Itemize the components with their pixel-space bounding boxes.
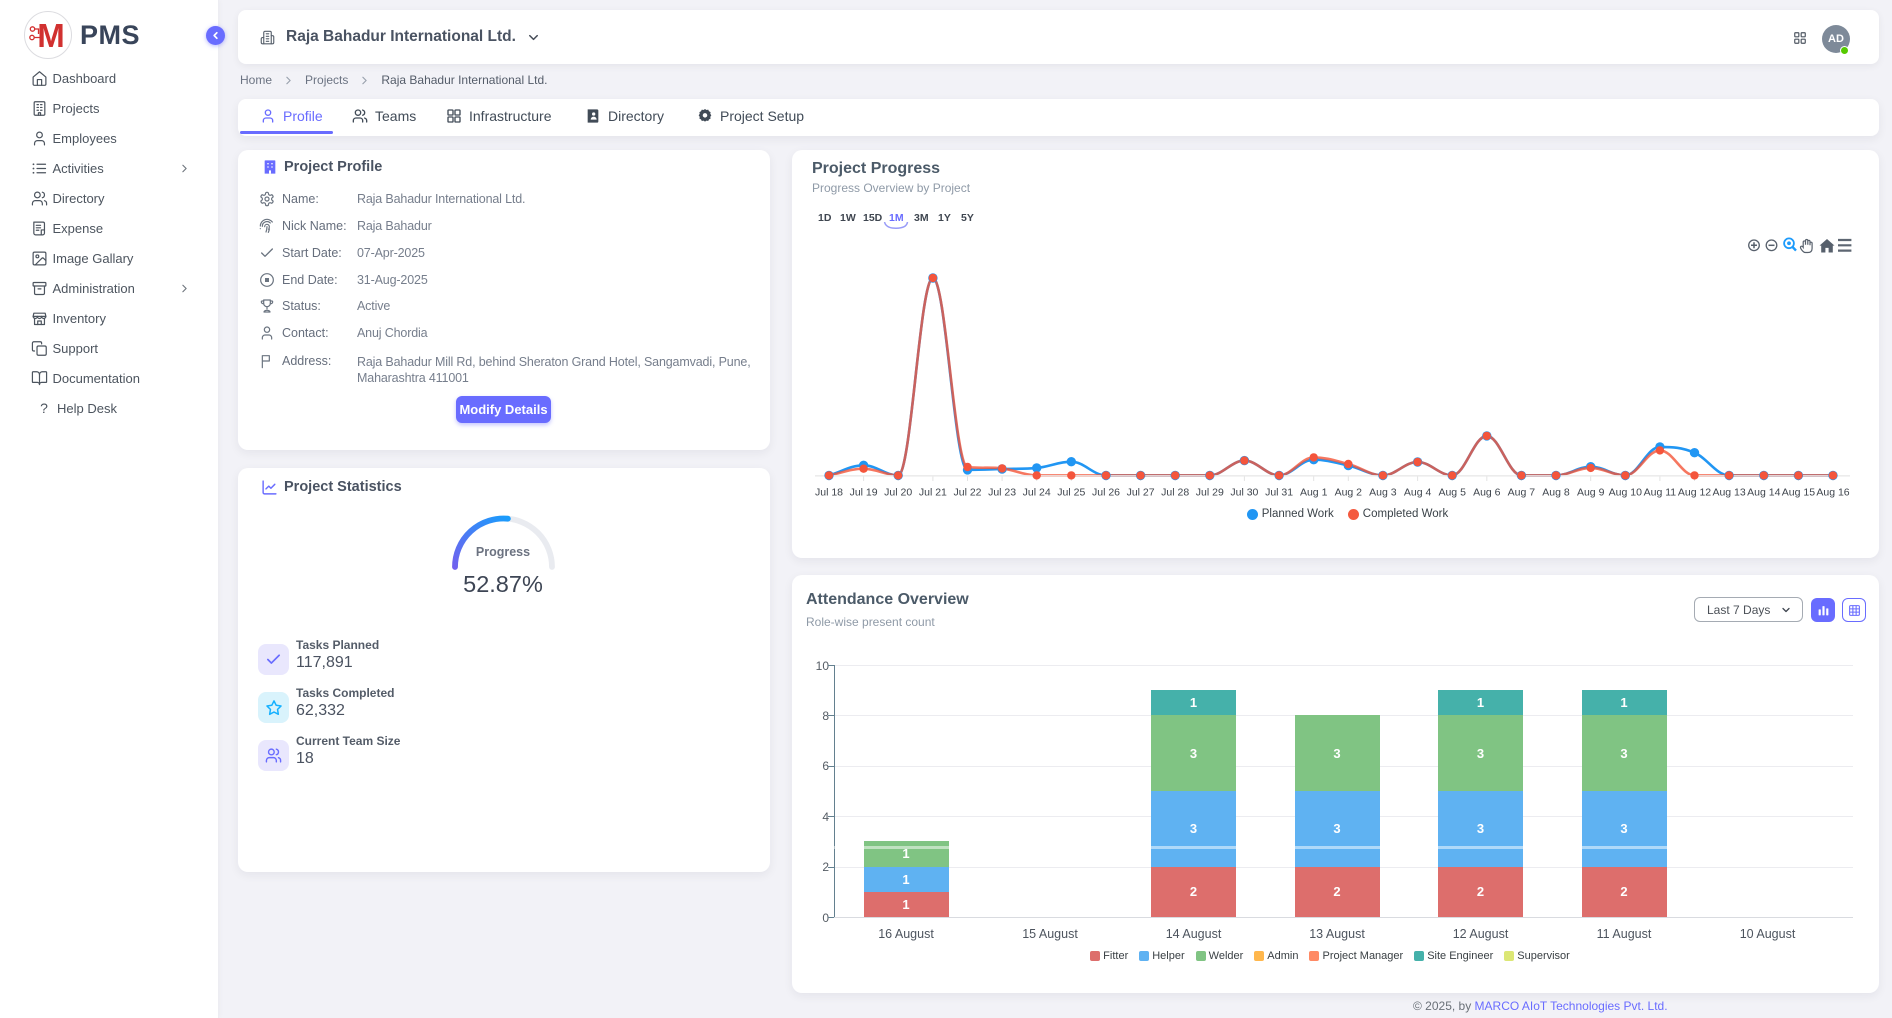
svg-text:Aug 10: Aug 10 <box>1609 487 1642 499</box>
svg-text:Jul 21: Jul 21 <box>919 487 947 499</box>
svg-text:Aug 13: Aug 13 <box>1712 487 1745 499</box>
svg-text:Aug 16: Aug 16 <box>1816 487 1849 499</box>
svg-text:Aug 11: Aug 11 <box>1644 487 1677 499</box>
svg-text:Jul 26: Jul 26 <box>1092 487 1120 499</box>
svg-text:Jul 25: Jul 25 <box>1057 487 1085 499</box>
svg-text:Aug 9: Aug 9 <box>1577 487 1605 499</box>
svg-text:Jul 31: Jul 31 <box>1265 487 1293 499</box>
svg-text:Aug 2: Aug 2 <box>1335 487 1363 499</box>
svg-text:Aug 1: Aug 1 <box>1300 487 1328 499</box>
svg-text:Jul 30: Jul 30 <box>1230 487 1258 499</box>
svg-text:Aug 5: Aug 5 <box>1438 487 1466 499</box>
svg-text:Aug 7: Aug 7 <box>1508 487 1536 499</box>
svg-text:Jul 24: Jul 24 <box>1023 487 1051 499</box>
svg-text:Aug 12: Aug 12 <box>1678 487 1711 499</box>
svg-text:M: M <box>37 17 65 54</box>
svg-text:Jul 29: Jul 29 <box>1196 487 1224 499</box>
svg-text:Jul 19: Jul 19 <box>850 487 878 499</box>
svg-text:Aug 8: Aug 8 <box>1542 487 1570 499</box>
svg-text:Aug 15: Aug 15 <box>1782 487 1815 499</box>
svg-text:Jul 20: Jul 20 <box>884 487 912 499</box>
svg-text:Jul 23: Jul 23 <box>988 487 1016 499</box>
svg-text:Jul 22: Jul 22 <box>953 487 981 499</box>
svg-text:Aug 6: Aug 6 <box>1473 487 1501 499</box>
svg-text:Jul 28: Jul 28 <box>1161 487 1189 499</box>
svg-text:Aug 14: Aug 14 <box>1747 487 1780 499</box>
svg-text:Aug 3: Aug 3 <box>1369 487 1397 499</box>
svg-text:Jul 27: Jul 27 <box>1127 487 1155 499</box>
svg-text:Aug 4: Aug 4 <box>1404 487 1432 499</box>
svg-text:Jul 18: Jul 18 <box>815 487 843 499</box>
